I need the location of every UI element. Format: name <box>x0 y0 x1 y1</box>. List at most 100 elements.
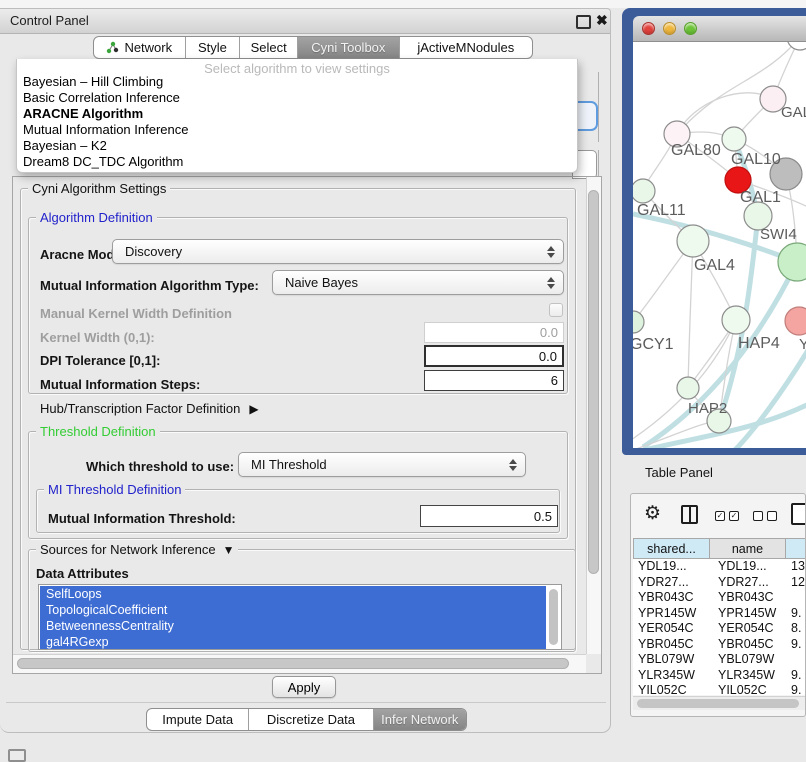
minimize-light-icon[interactable] <box>663 22 676 35</box>
settings-vscroll-thumb[interactable] <box>588 190 599 574</box>
network-node-GAL11[interactable] <box>633 179 655 203</box>
node-label: GAL11 <box>637 202 686 220</box>
dropdown-item[interactable]: Basic Correlation Inference <box>17 90 577 106</box>
unchecked-box-icon <box>767 511 777 521</box>
tab-impute-data[interactable]: Impute Data <box>147 709 249 730</box>
cell: 13 <box>786 559 805 575</box>
attribute-item[interactable]: SelfLoops <box>40 586 546 602</box>
attributes-scroll-thumb[interactable] <box>549 589 558 645</box>
cell: 9. <box>786 637 801 653</box>
cyni-bottom-tabbar: Impute Data Discretize Data Infer Networ… <box>146 708 467 731</box>
tab-network[interactable]: Network <box>94 37 186 58</box>
which-threshold-value: MI Threshold <box>239 457 509 472</box>
mi-steps-label: Mutual Information Steps: <box>40 377 200 392</box>
split-columns-icon[interactable] <box>681 505 698 524</box>
network-node-green[interactable] <box>778 243 806 281</box>
hidden-groupbox-edge <box>598 72 599 142</box>
table-hscroll-thumb[interactable] <box>637 699 799 708</box>
combo-stepper-icon <box>509 459 517 471</box>
mi-threshold-label: Mutual Information Threshold: <box>48 511 236 526</box>
hide-columns-icon[interactable] <box>753 511 777 521</box>
cell: YBL079W <box>633 652 710 668</box>
cell <box>786 652 791 668</box>
hub-transcription-expander[interactable]: Hub/Transcription Factor Definition ▶ <box>40 401 259 416</box>
cell: YER054C <box>710 621 786 637</box>
tab-infer-network[interactable]: Infer Network <box>374 709 466 730</box>
tab-infer-network-label: Infer Network <box>381 712 458 727</box>
table-row[interactable]: YER054CYER054C8. <box>633 621 806 637</box>
dropdown-item[interactable]: Dream8 DC_TDC Algorithm <box>17 154 577 170</box>
threshold-definition-title: Threshold Definition <box>36 424 160 439</box>
node-label: GAL1 <box>740 189 781 207</box>
table-row[interactable]: YBL079WYBL079W <box>633 652 806 668</box>
dropdown-item[interactable]: Bayesian – K2 <box>17 138 577 154</box>
close-panel-icon[interactable]: ✖ <box>596 12 608 29</box>
tab-cyni-toolbox[interactable]: Cyni Toolbox <box>298 37 400 58</box>
network-canvas[interactable]: GAL GAL80 GAL10 GAL1 GAL11 SWI4 GAL4 GCY… <box>633 42 806 448</box>
column-header-shared-name[interactable]: shared... <box>633 538 710 559</box>
node-label: GAL10 <box>731 151 781 169</box>
dpi-tolerance-field[interactable] <box>424 345 564 367</box>
attribute-item[interactable]: BetweennessCentrality <box>40 618 546 634</box>
mi-algorithm-type-combo[interactable]: Naive Bayes <box>272 270 564 295</box>
network-node-GAL4[interactable] <box>677 225 709 257</box>
apply-button[interactable]: Apply <box>272 676 336 698</box>
network-node-HAP4[interactable] <box>722 306 750 334</box>
expander-expanded-icon: ▼ <box>223 543 235 557</box>
expander-collapsed-icon: ▶ <box>249 402 258 416</box>
float-window-icon[interactable] <box>576 15 591 29</box>
tab-style-label: Style <box>198 40 227 55</box>
table-row[interactable]: YBR045CYBR045C9. <box>633 637 806 653</box>
table-row[interactable]: YBR043CYBR043C <box>633 590 806 606</box>
column-header-clipped[interactable] <box>786 538 806 559</box>
control-panel-tabbar: Network Style Select Cyni Toolbox jActiv… <box>93 36 533 59</box>
cell: YDR27... <box>710 575 786 591</box>
network-node-GCY1[interactable] <box>633 311 644 333</box>
attribute-item[interactable]: gal4RGexp <box>40 634 546 650</box>
manual-kernel-label: Manual Kernel Width Definition <box>40 306 232 321</box>
tab-style[interactable]: Style <box>186 37 241 58</box>
node-label: GAL80 <box>671 142 721 160</box>
kernel-width-field[interactable] <box>424 322 564 343</box>
tab-discretize-data[interactable]: Discretize Data <box>249 709 373 730</box>
table-row[interactable]: YPR145WYPR145W9. <box>633 606 806 622</box>
which-threshold-combo[interactable]: MI Threshold <box>238 452 526 477</box>
table-row[interactable]: YIL052CYIL052C9. <box>633 683 806 695</box>
network-node-HAP2[interactable] <box>677 377 699 399</box>
column-header-name[interactable]: name <box>710 538 786 559</box>
close-light-icon[interactable] <box>642 22 655 35</box>
tab-jactivemnodules[interactable]: jActiveMNodules <box>400 37 532 58</box>
mi-threshold-field[interactable] <box>420 505 558 527</box>
cell: YPR145W <box>710 606 786 622</box>
hub-transcription-label: Hub/Transcription Factor Definition <box>40 401 240 416</box>
checked-box-icon: ✓ <box>729 511 739 521</box>
gear-icon[interactable]: ⚙ <box>644 502 661 525</box>
which-threshold-label: Which threshold to use: <box>86 459 234 474</box>
table-row[interactable]: YLR345WYLR345W9. <box>633 668 806 684</box>
settings-hscroll-thumb[interactable] <box>17 658 569 669</box>
table-row[interactable]: YDL19...YDL19...13 <box>633 559 806 575</box>
sources-expander[interactable]: Sources for Network Inference ▼ <box>36 542 238 557</box>
cell: YER054C <box>633 621 710 637</box>
control-panel-titlebar: Control Panel ✖ <box>0 9 610 34</box>
data-attributes-label: Data Attributes <box>36 566 129 581</box>
aracne-mode-combo[interactable]: Discovery <box>112 239 564 264</box>
mi-threshold-definition-title: MI Threshold Definition <box>44 482 185 497</box>
tab-select[interactable]: Select <box>240 37 298 58</box>
document-icon[interactable] <box>791 503 806 525</box>
zoom-light-icon[interactable] <box>684 22 697 35</box>
network-node-salmon[interactable] <box>785 307 806 335</box>
mi-steps-field[interactable] <box>424 370 564 391</box>
dropdown-item-highlighted[interactable]: ARACNE Algorithm <box>17 106 577 122</box>
manual-kernel-checkbox[interactable] <box>549 303 563 317</box>
dropdown-item[interactable]: Bayesian – Hill Climbing <box>17 74 577 90</box>
dropdown-item[interactable]: Mutual Information Inference <box>17 122 577 138</box>
network-node-GAL10[interactable] <box>722 127 746 151</box>
cell: YDL19... <box>710 559 786 575</box>
attribute-item[interactable]: TopologicalCoefficient <box>40 602 546 618</box>
minimized-panel-icon[interactable] <box>8 749 26 762</box>
combo-stepper-icon <box>547 246 555 258</box>
dpi-tolerance-label: DPI Tolerance [0,1]: <box>40 353 160 368</box>
table-row[interactable]: YDR27...YDR27...12 <box>633 575 806 591</box>
show-columns-icon[interactable]: ✓ ✓ <box>715 511 739 521</box>
